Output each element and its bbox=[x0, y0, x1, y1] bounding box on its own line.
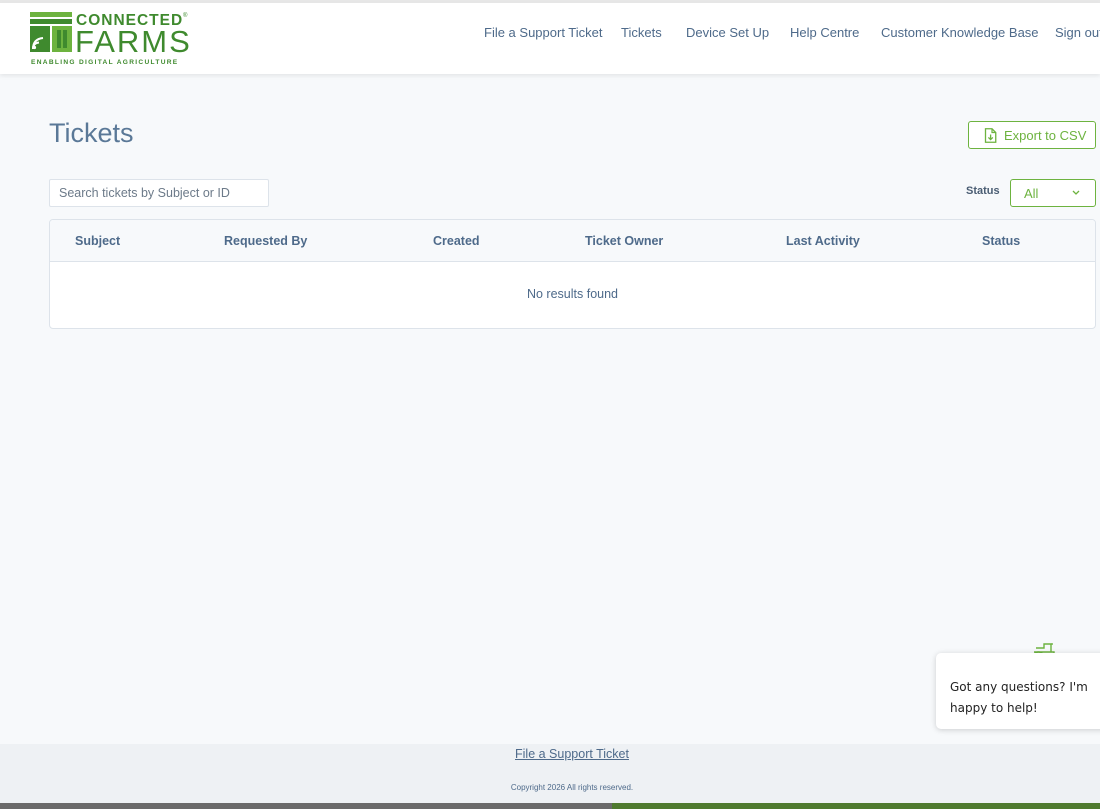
chat-prompt-text: Got any questions? I'm happy to help! bbox=[950, 680, 1088, 715]
empty-state-message: No results found bbox=[526, 287, 619, 301]
file-download-icon bbox=[984, 128, 997, 143]
export-csv-button[interactable]: Export to CSV bbox=[968, 121, 1096, 149]
nav-device-set-up[interactable]: Device Set Up bbox=[686, 25, 769, 40]
chat-prompt-bubble[interactable]: Got any questions? I'm happy to help! bbox=[936, 653, 1100, 729]
status-filter-value: All bbox=[1024, 186, 1039, 201]
footer-file-support-ticket-link[interactable]: File a Support Ticket bbox=[0, 747, 1100, 761]
logo-trademark: ® bbox=[183, 13, 188, 19]
nav-help-centre[interactable]: Help Centre bbox=[790, 25, 859, 40]
main-nav: File a Support Ticket Tickets Device Set… bbox=[0, 25, 1100, 45]
column-last-activity[interactable]: Last Activity bbox=[786, 234, 860, 248]
column-created[interactable]: Created bbox=[433, 234, 480, 248]
nav-file-support-ticket[interactable]: File a Support Ticket bbox=[484, 25, 603, 40]
search-input[interactable] bbox=[49, 179, 269, 207]
chevron-down-icon bbox=[1072, 190, 1080, 195]
status-filter-label: Status bbox=[966, 185, 1000, 197]
table-header: Subject Requested By Created Ticket Owne… bbox=[50, 220, 1095, 262]
tickets-table: Subject Requested By Created Ticket Owne… bbox=[49, 219, 1096, 329]
background-image-strip bbox=[0, 803, 1100, 809]
site-footer: File a Support Ticket Copyright 2026 All… bbox=[0, 744, 1100, 803]
export-csv-label: Export to CSV bbox=[1004, 128, 1087, 143]
background-image-foliage bbox=[612, 803, 1100, 809]
site-header: CONNECTED ® FARMS ENABLING DIGITAL AGRIC… bbox=[0, 3, 1100, 74]
footer-copyright: Copyright 2026 All rights reserved. bbox=[510, 783, 634, 792]
column-status[interactable]: Status bbox=[982, 234, 1020, 248]
page-title: Tickets bbox=[49, 118, 134, 148]
nav-sign-out[interactable]: Sign out bbox=[1055, 25, 1100, 40]
column-subject[interactable]: Subject bbox=[75, 234, 120, 248]
status-filter-select[interactable]: All bbox=[1010, 179, 1096, 207]
column-ticket-owner[interactable]: Ticket Owner bbox=[585, 234, 663, 248]
logo-tagline: ENABLING DIGITAL AGRICULTURE bbox=[31, 59, 179, 66]
column-requested-by[interactable]: Requested By bbox=[224, 234, 307, 248]
nav-customer-knowledge-base[interactable]: Customer Knowledge Base bbox=[881, 25, 1039, 40]
nav-tickets[interactable]: Tickets bbox=[621, 25, 662, 40]
